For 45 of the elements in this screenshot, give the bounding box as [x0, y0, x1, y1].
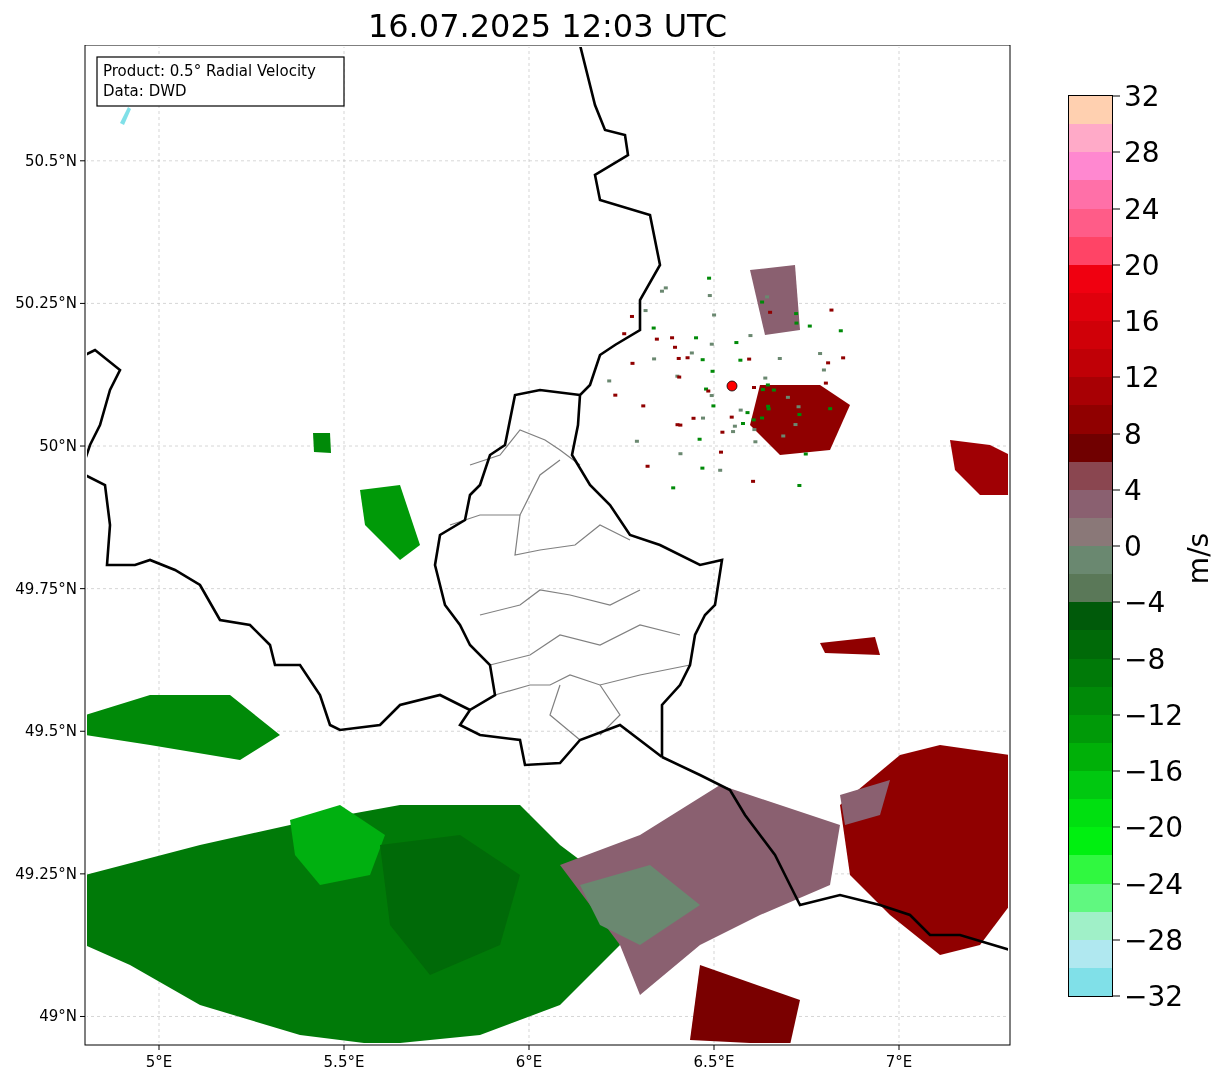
tick-mark	[79, 445, 86, 447]
tick-mark	[79, 873, 86, 875]
colorbar-tick-label: −4	[1124, 585, 1166, 619]
tick-mark	[898, 1044, 900, 1051]
colorbar-tick-label: 4	[1124, 473, 1142, 507]
longitude-label: 5°E	[145, 1053, 173, 1071]
colorbar-tick-label: 16	[1124, 304, 1160, 338]
tick-mark	[343, 1044, 345, 1051]
colorbar-tick-label: 12	[1124, 360, 1160, 394]
colorbar-tick-label: −8	[1124, 642, 1166, 675]
tick-mark	[79, 730, 86, 732]
colorbar-unit-label: m/s	[1182, 532, 1216, 584]
latitude-label: 50.5°N	[24, 151, 77, 170]
tick-mark	[79, 1016, 86, 1017]
latitude-label: 50.25°N	[15, 294, 77, 313]
colorbar-tick-label: −16	[1124, 754, 1184, 788]
latitude-label: 49.75°N	[15, 579, 77, 598]
tick-mark	[158, 1044, 160, 1051]
colorbar-tick-label: 8	[1124, 417, 1142, 450]
latitude-label: 49.25°N	[15, 864, 77, 883]
colorbar-tick-label: −20	[1124, 810, 1184, 844]
tick-mark	[79, 160, 86, 162]
colorbar-tick-label: −12	[1124, 698, 1184, 732]
tick-mark	[713, 1044, 715, 1051]
longitude-label: 5.5°E	[323, 1053, 365, 1071]
colorbar-tick-label: −24	[1124, 867, 1184, 900]
tick-mark	[528, 1044, 530, 1051]
latitude-label: 49.5°N	[24, 722, 77, 741]
longitude-label: 6.5°E	[693, 1053, 735, 1071]
colorbar-tick-label: −28	[1124, 923, 1184, 957]
info-text: Product: 0.5° Radial Velocity	[103, 62, 316, 80]
chart-title: 16.07.2025 12:03 UTC	[366, 6, 729, 45]
info-text: Data: DWD	[103, 82, 187, 100]
tick-mark	[79, 302, 86, 304]
colorbar-tick-label: 0	[1124, 529, 1142, 563]
colorbar-tick-label: −32	[1124, 979, 1184, 1013]
longitude-label: 7°E	[885, 1053, 913, 1071]
colorbar-tick-label: 28	[1124, 135, 1160, 169]
latitude-label: 50°N	[39, 437, 77, 456]
colorbar-tick-label: 20	[1124, 248, 1160, 282]
longitude-label: 6°E	[515, 1053, 543, 1071]
colorbar-tick-label: 32	[1124, 79, 1160, 113]
latitude-label: 49°N	[39, 1007, 77, 1026]
colorbar-tick-label: 24	[1124, 192, 1160, 225]
tick-mark	[79, 588, 86, 590]
